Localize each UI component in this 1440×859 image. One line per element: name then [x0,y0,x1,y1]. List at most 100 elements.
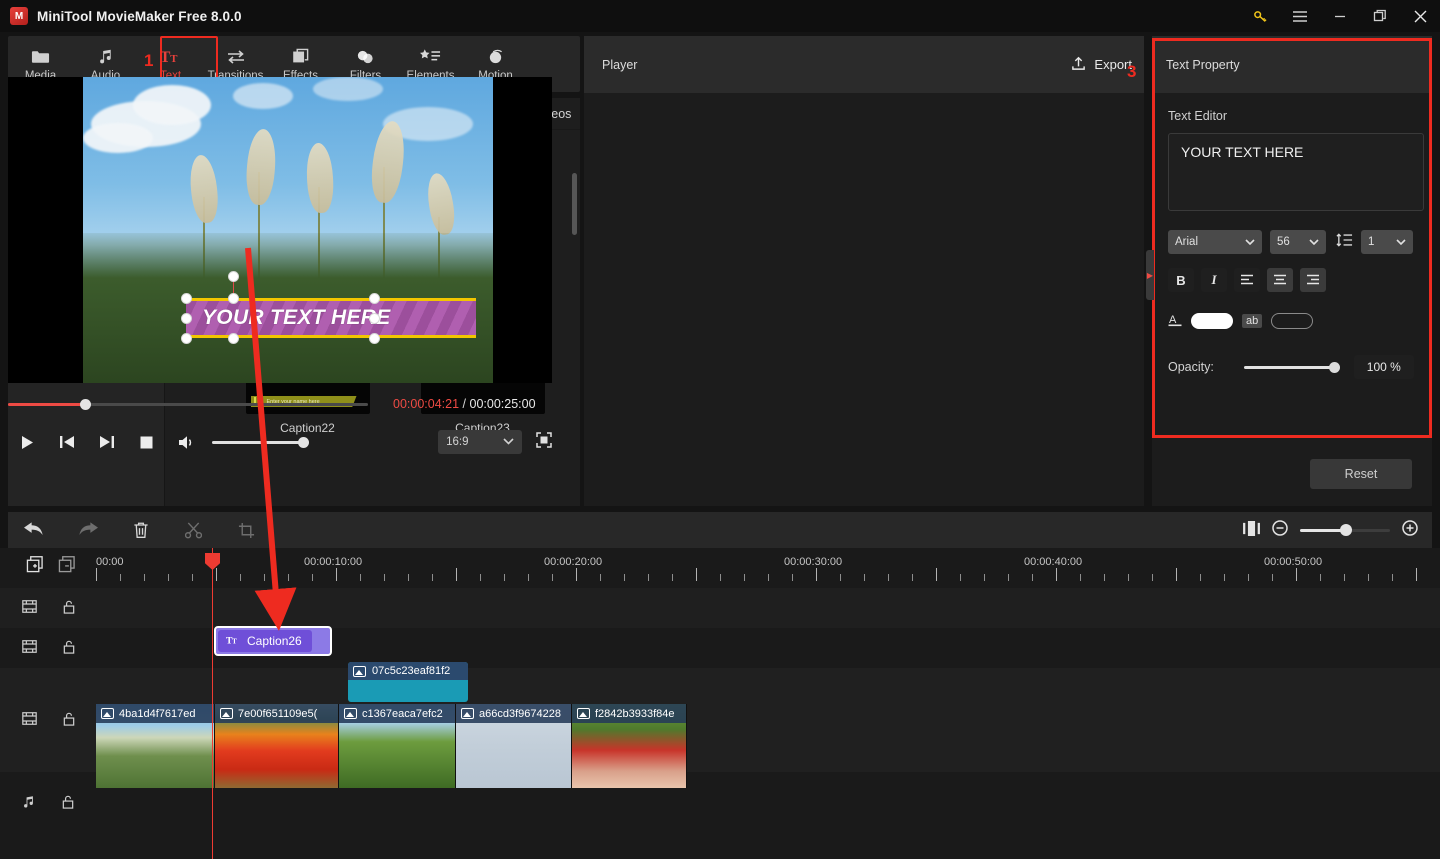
zoom-in-icon[interactable] [1402,520,1418,540]
audio-track-icon[interactable] [22,795,36,812]
opacity-slider[interactable] [1244,366,1336,369]
volume-knob[interactable] [298,437,309,448]
timeline-ruler[interactable]: 00:00 00:00:10:00 00:00:20:00 00:00:30:0… [96,548,1440,588]
opacity-value[interactable]: 100 % [1354,355,1414,379]
video-clip[interactable]: 7e00f651109e5( [215,704,339,788]
unlock-icon[interactable] [63,712,75,729]
ruler-tick [528,574,529,581]
fit-timeline-icon[interactable] [1243,521,1260,540]
menu-icon[interactable] [1280,0,1320,32]
next-frame-button[interactable] [87,435,127,449]
resize-handle-b[interactable] [228,333,239,344]
resize-handle-r[interactable] [369,313,380,324]
unlock-icon[interactable] [62,795,74,812]
timeline-toolbar [8,512,1432,548]
split-icon[interactable] [167,512,220,548]
app-title: MiniTool MovieMaker Free 8.0.0 [37,9,242,24]
progress-slider[interactable] [8,403,368,406]
timeline-track-1[interactable] [0,588,1440,628]
resize-handle-t[interactable] [228,293,239,304]
delete-icon[interactable] [114,512,167,548]
ruler-tick [1128,574,1129,581]
video-clip[interactable]: c1367eaca7efc2 [339,704,456,788]
ruler-label: 00:00 [96,556,124,568]
ruler-tick [1008,574,1009,581]
line-spacing-select[interactable]: 1 [1361,230,1413,254]
maximize-icon[interactable] [1360,0,1400,32]
video-clip[interactable]: a66cd3f9674228 [456,704,572,788]
ruler-tick [144,574,145,581]
opacity-knob[interactable] [1329,362,1340,373]
image-icon [461,708,474,719]
ruler-tick [1368,574,1369,581]
filters-icon [356,47,375,67]
ruler-label: 00:00:10:00 [304,556,362,568]
ruler-tick [600,574,601,581]
video-preview-stage[interactable]: YOUR TEXT HERE [8,77,552,383]
ruler-tick [408,574,409,581]
browser-scrollbar[interactable] [572,173,577,235]
video-clip[interactable]: f2842b3933f84e [572,704,687,788]
ruler-tick [456,568,457,581]
video-clip-header: f2842b3933f84e [572,704,686,723]
aspect-ratio-select[interactable]: 16:9 [438,430,522,454]
add-track-icon[interactable] [26,556,44,576]
align-center-button[interactable] [1267,268,1293,292]
image-icon [344,708,357,719]
resize-handle-tr[interactable] [369,293,380,304]
timeline-image-clip[interactable]: 07c5c23eaf81f2 [348,662,468,702]
close-icon[interactable] [1400,0,1440,32]
text-editor-input[interactable] [1168,133,1424,211]
font-size-select[interactable]: 56 [1270,230,1326,254]
video-track-icon[interactable] [22,600,37,616]
stop-button[interactable] [127,436,167,449]
font-family-select[interactable]: Arial [1168,230,1262,254]
timeline-zoom-knob[interactable] [1340,524,1352,536]
bold-button[interactable]: B [1168,268,1194,292]
zoom-out-icon[interactable] [1272,520,1288,540]
motion-icon [486,47,505,67]
text-icon: T T [160,47,182,67]
reset-button[interactable]: Reset [1310,459,1412,489]
volume-slider[interactable] [212,441,306,444]
volume-icon[interactable] [166,435,206,450]
line-spacing-icon [1336,232,1353,253]
image-clip-label: 07c5c23eaf81f2 [372,665,450,677]
text-color-swatch[interactable] [1191,313,1233,329]
ruler-tick [1392,574,1393,581]
progress-knob[interactable] [80,399,91,410]
fullscreen-button[interactable] [536,432,552,453]
playhead[interactable] [212,548,213,859]
play-button[interactable] [8,435,48,450]
unlock-icon[interactable] [63,600,75,617]
previous-frame-button[interactable] [48,435,88,449]
resize-handle-tl[interactable] [181,293,192,304]
resize-handle-l[interactable] [181,313,192,324]
collapse-panel-handle[interactable]: ▶ [1146,250,1154,300]
timeline-text-clip[interactable]: T T Caption26 [214,626,332,656]
outline-color-swatch[interactable] [1271,313,1313,329]
italic-button[interactable]: I [1201,268,1227,292]
resize-handle-br[interactable] [369,333,380,344]
remove-track-icon[interactable] [58,556,76,576]
minimize-icon[interactable] [1320,0,1360,32]
key-icon[interactable] [1240,0,1280,32]
timeline-zoom-slider[interactable] [1300,529,1390,532]
undo-icon[interactable] [8,512,61,548]
cloud [83,123,153,153]
redo-icon[interactable] [61,512,114,548]
unlock-icon[interactable] [63,640,75,657]
ruler-tick [1176,568,1177,581]
resize-handle-bl[interactable] [181,333,192,344]
rotate-handle[interactable] [228,271,239,282]
align-left-button[interactable] [1234,268,1260,292]
ruler-tick [648,574,649,581]
video-track-icon[interactable] [22,712,37,728]
export-button[interactable]: Export [1071,56,1132,74]
crop-icon[interactable] [220,512,273,548]
video-clip[interactable]: 4ba1d4f7617ed [96,704,215,788]
align-right-button[interactable] [1300,268,1326,292]
text-overlay[interactable]: YOUR TEXT HERE [186,298,476,338]
video-clip-header: a66cd3f9674228 [456,704,571,723]
video-track-icon[interactable] [22,640,37,656]
